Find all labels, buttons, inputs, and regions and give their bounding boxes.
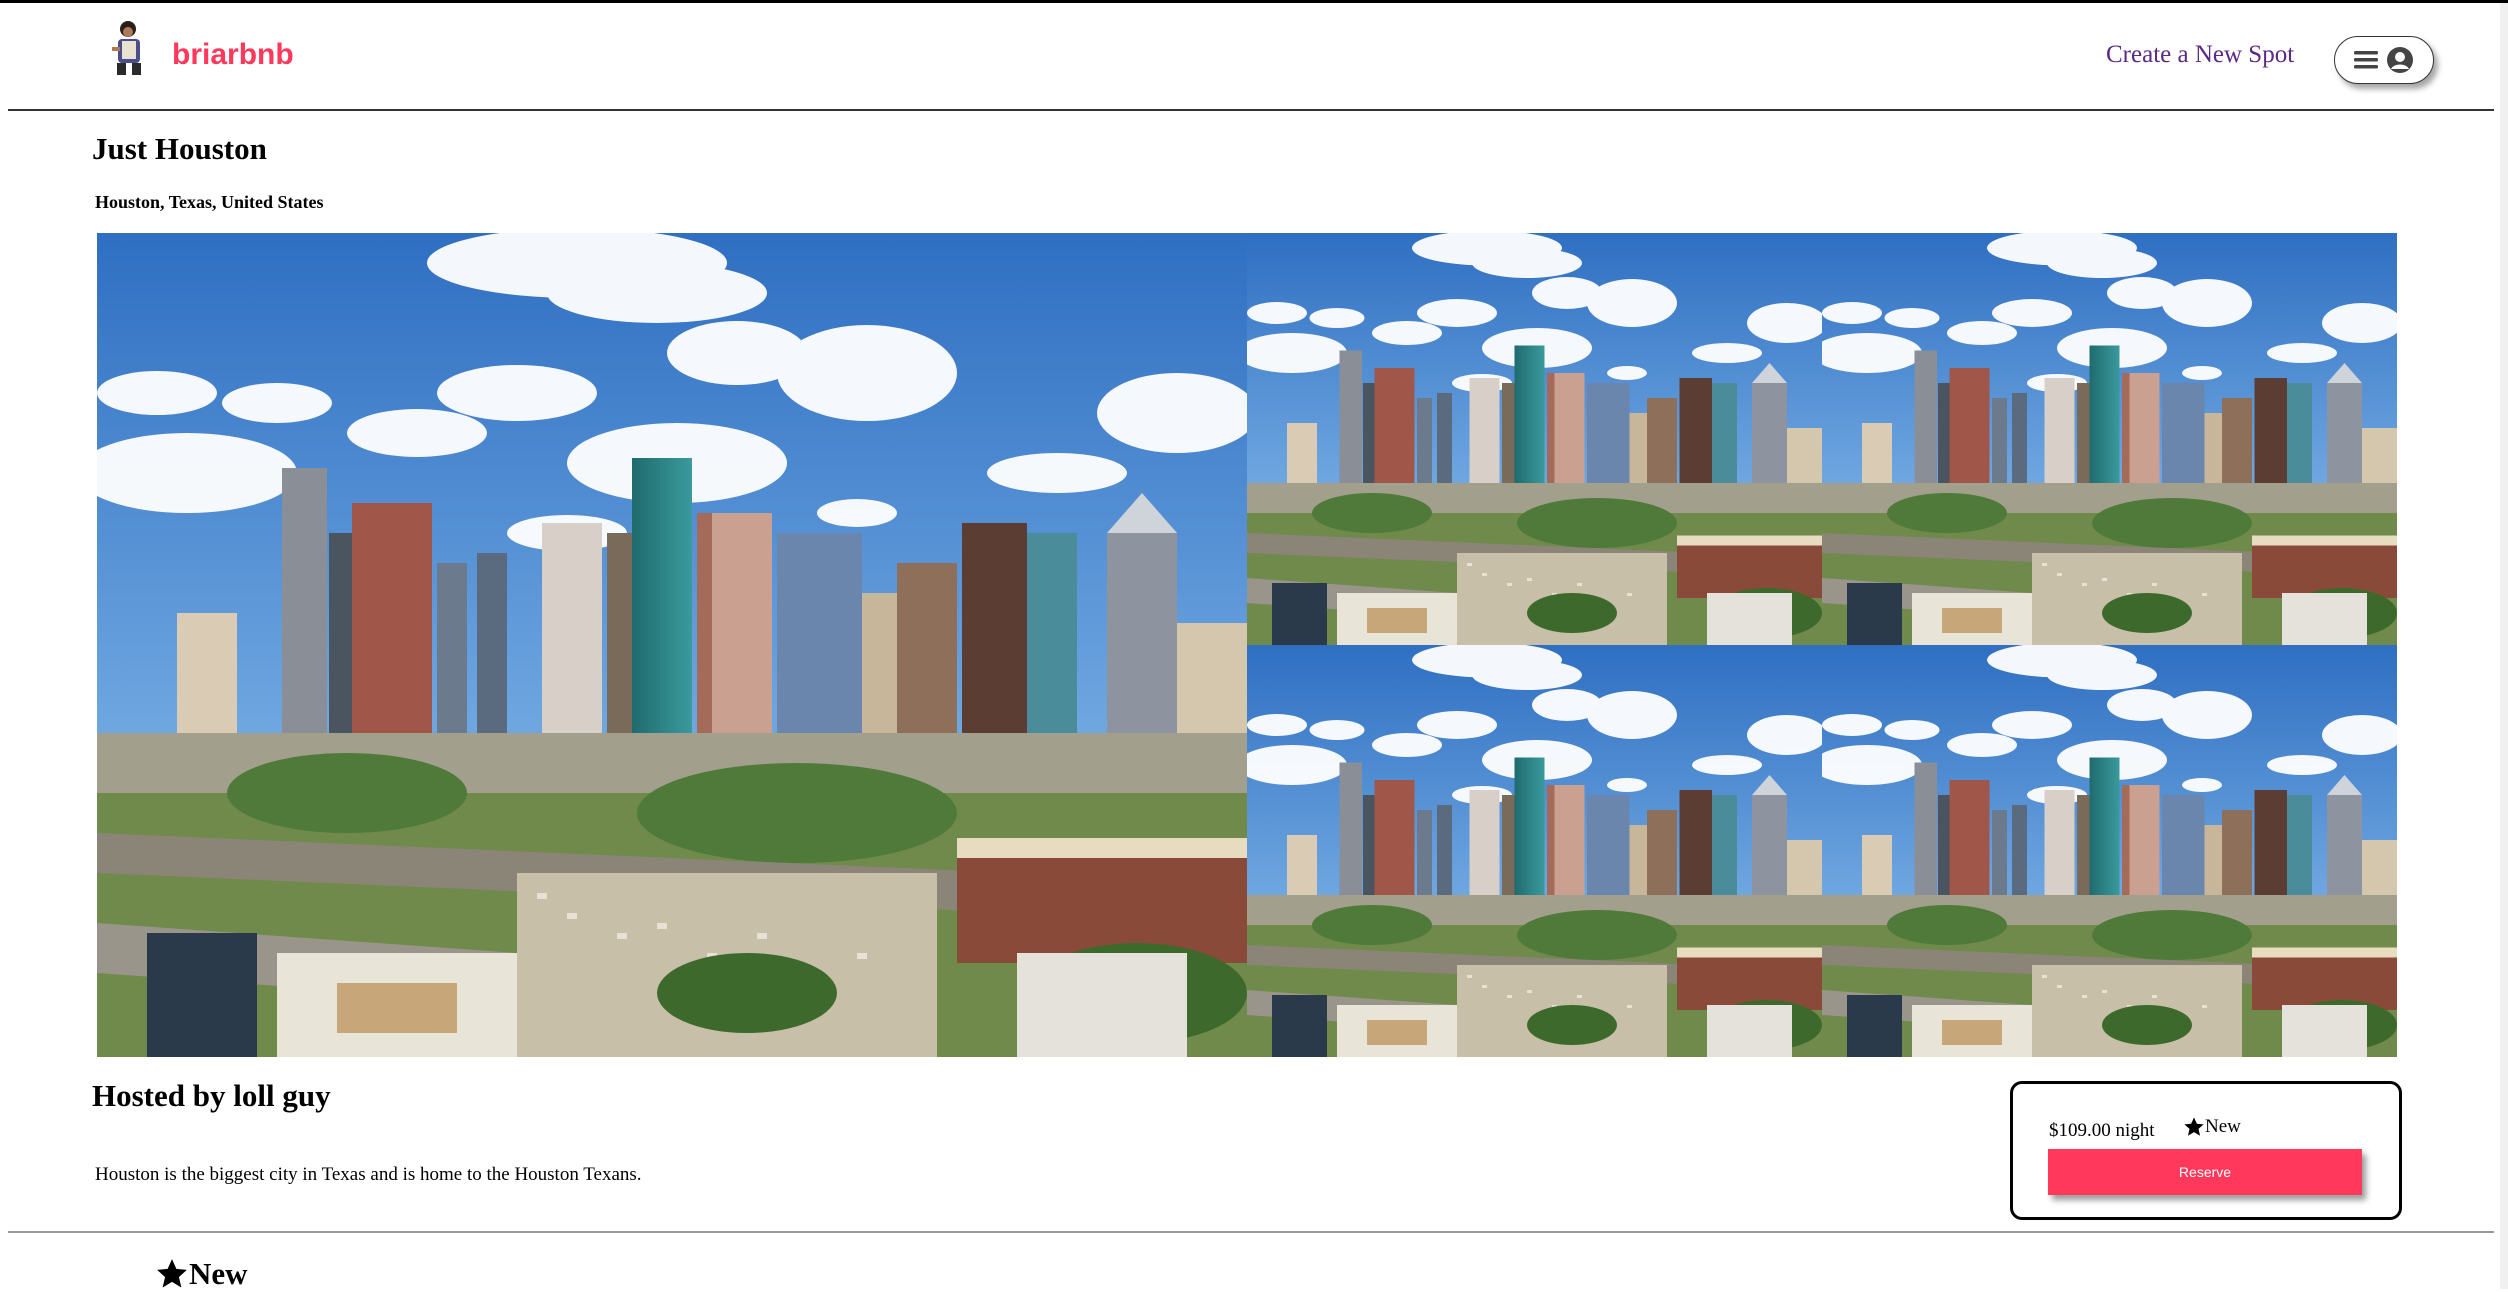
skyline-photo [1247,233,1822,645]
spot-location: Houston, Texas, United States [95,192,324,212]
skyline-photo [1822,645,2397,1057]
user-menu-button[interactable] [2334,36,2434,84]
avatar-logo-icon [112,21,141,75]
spot-image-2[interactable] [1822,233,2397,645]
brand-name: briarbnb [172,38,294,71]
spot-image-4[interactable] [1822,645,2397,1057]
host-heading: Hosted by loll guy [92,1078,331,1113]
skyline-photo [1247,645,1822,1057]
rating-summary: New [2183,1116,2241,1138]
spot-title: Just Houston [92,131,267,166]
page-scrollbar[interactable] [2500,3,2508,1289]
top-nav: briarbnb Create a New Spot [8,3,2494,111]
create-spot-link[interactable]: Create a New Spot [2106,41,2294,69]
reserve-card: $109.00 night New Reserve [2010,1081,2402,1220]
home-logo-link[interactable]: briarbnb [108,19,294,75]
reviews-heading: New [155,1256,248,1292]
user-circle-icon [2387,47,2413,73]
price-per-night: $109.00 night [2049,1120,2155,1141]
star-icon [157,1259,187,1288]
rating-label: New [2205,1116,2241,1137]
reserve-button[interactable]: Reserve [2048,1149,2362,1195]
spot-image-1[interactable] [1247,233,1822,645]
star-icon [2184,1117,2204,1136]
spot-image-3[interactable] [1247,645,1822,1057]
hamburger-icon [2354,51,2378,69]
skyline-photo [1822,233,2397,645]
skyline-photo [97,233,1247,1057]
spot-description: Houston is the biggest city in Texas and… [95,1164,642,1185]
photo-gallery [97,233,2397,1057]
spot-image-main[interactable] [97,233,1247,1057]
section-divider [8,1231,2494,1233]
reviews-rating-label: New [189,1256,248,1291]
